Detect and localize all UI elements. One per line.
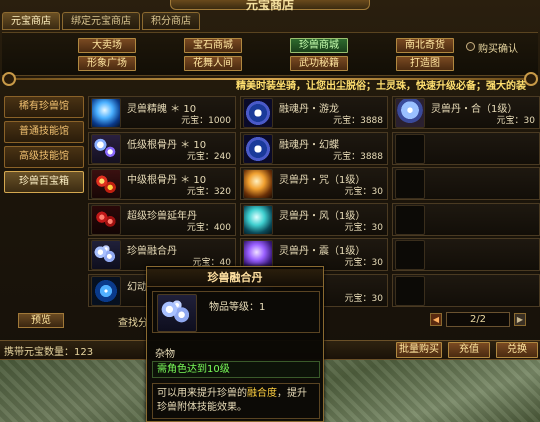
item-name: 幻动 [127,281,147,293]
search-label: 查找分 [118,318,148,329]
window-title: 元宝商店 [245,0,294,12]
empty-item-slot [392,273,540,307]
tab-yuanbao-shop[interactable]: 元宝商店 [2,12,60,30]
yinyang-icon [243,98,273,128]
wallet-balance: 携带元宝数量：123 [4,347,94,358]
category-rare-goods[interactable]: 南北奇货 [396,38,454,53]
category-martial-manuals[interactable]: 武功秘籍 [290,56,348,71]
tooltip-desc-text: 可以用来提升珍兽的 [157,388,247,399]
purchase-confirm-label: 购买确认 [478,44,518,55]
tooltip-requirement: 需角色达到10级 [152,361,320,378]
exchange-button[interactable]: 兑换 [496,342,538,358]
item-price: 元宝：30 [344,187,383,197]
blue-orb-icon [91,98,121,128]
recharge-button[interactable]: 充值 [448,342,490,358]
item-slot[interactable]: 融魂丹・幻蝶 元宝：3888 [240,131,388,165]
empty-slot-icon [395,169,425,199]
empty-item-slot [392,167,540,200]
sidebar-item-pet-treasure-box[interactable]: 珍兽百宝箱 [4,171,84,193]
sidebar-item-normal-skills[interactable]: 普通技能馆 [4,121,84,143]
item-price: 元宝：30 [344,258,383,268]
pills-icon [91,133,121,164]
item-price: 元宝：400 [186,222,231,233]
red-pills-icon [91,169,121,199]
item-name: 融魂丹・游龙 [279,104,339,115]
item-price: 元宝：240 [186,151,231,162]
category-flower-dance[interactable]: 花舞人间 [184,56,242,71]
item-name: 珍兽融合丹 [127,246,177,257]
item-slot[interactable]: 灵兽丹・咒（1级） 元宝：30 [240,167,388,200]
tab-points-shop[interactable]: 积分商店 [142,12,200,30]
item-name: 融魂丹・幻蝶 [279,139,339,151]
item-slot[interactable]: 融魂丹・游龙 元宝：3888 [240,96,388,129]
announcement-marquee: 精美时装坐骑，让您出尘脱俗；土灵珠，快速升级必备；强大的装 [236,81,526,92]
empty-slot-icon [395,240,425,270]
item-price: 元宝：320 [186,187,231,197]
item-slot[interactable]: 超级珍兽延年丹 元宝：400 [88,202,236,236]
sidebar-item-advanced-skills[interactable]: 高级技能馆 [4,146,84,168]
item-price: 元宝：3888 [333,151,383,162]
item-slot[interactable]: 低级根骨丹 ＊ 10 元宝：240 [88,131,236,165]
empty-item-slot [392,131,540,165]
window-title-bar: 元宝商店 [170,0,370,12]
item-price: 元宝：30 [344,222,383,233]
category-big-market[interactable]: 大卖场 [78,38,136,53]
sidebar: 稀有珍兽馆 普通技能馆 高级技能馆 珍兽百宝箱 [4,96,84,196]
empty-item-slot [392,202,540,236]
next-page-button[interactable]: ▶ [514,313,526,326]
teal-orb-icon [243,204,273,235]
empty-item-slot [392,238,540,271]
empty-slot-icon [395,275,425,306]
category-gem-mall[interactable]: 宝石商城 [184,38,242,53]
yinyang-icon [243,133,273,164]
empty-slot-icon [395,133,425,164]
red-berries-icon [91,204,121,235]
tooltip-description: 可以用来提升珍兽的融合度，提升珍兽附体技能效果。 [152,383,320,419]
tooltip-title: 珍兽融合丹 [147,269,323,287]
crystal-ball-icon [395,98,425,128]
shop-tabs: 元宝商店 绑定元宝商店 积分商店 [2,12,200,32]
item-price: 元宝：30 [496,116,535,126]
item-slot[interactable]: 灵兽精魄 ＊ 10 元宝：1000 [88,96,236,129]
prev-page-button[interactable]: ◀ [430,313,442,326]
item-price: 元宝：1000 [181,116,231,126]
item-slot[interactable]: 灵兽丹・风（1级） 元宝：30 [240,202,388,236]
gold-orb-icon [243,169,273,199]
shop-window: 元宝商店 元宝商店 绑定元宝商店 积分商店 大卖场 宝石商城 珍兽商城 南北奇货… [0,0,540,422]
tab-bound-yuanbao-shop[interactable]: 绑定元宝商店 [62,12,140,30]
blue-sparkle-icon [91,275,121,306]
tooltip-item-level: 物品等级：1 [209,302,266,313]
pager: ◀ 2/2 ▶ [428,312,528,328]
item-tooltip: 珍兽融合丹 物品等级：1 杂物 需角色达到10级 可以用来提升珍兽的融合度，提升… [146,266,324,422]
sidebar-item-rare-pets[interactable]: 稀有珍兽馆 [4,96,84,118]
preview-button[interactable]: 预览 [18,313,64,328]
tooltip-desc-highlight: 融合度 [247,388,277,399]
bulk-buy-button[interactable]: 批量购买 [396,342,442,358]
item-slot[interactable]: 中级根骨丹 ＊ 10 元宝：320 [88,167,236,200]
item-price: 元宝：30 [344,293,383,304]
category-forging-maps[interactable]: 打造图 [396,56,454,71]
item-price: 元宝：3888 [333,116,383,126]
item-slot[interactable]: 灵兽丹・合（1级） 元宝：30 [392,96,540,129]
category-pet-mall[interactable]: 珍兽商城 [290,38,348,53]
purchase-confirm-radio[interactable] [466,42,475,51]
swirl-orbs-icon [157,294,197,332]
swirl-orbs-icon [91,240,121,270]
page-indicator: 2/2 [446,312,510,327]
tooltip-item-kind: 杂物 [155,349,175,360]
category-appearance-plaza[interactable]: 形象广场 [78,56,136,71]
tooltip-header-box: 物品等级：1 [152,291,320,333]
empty-slot-icon [395,204,425,235]
